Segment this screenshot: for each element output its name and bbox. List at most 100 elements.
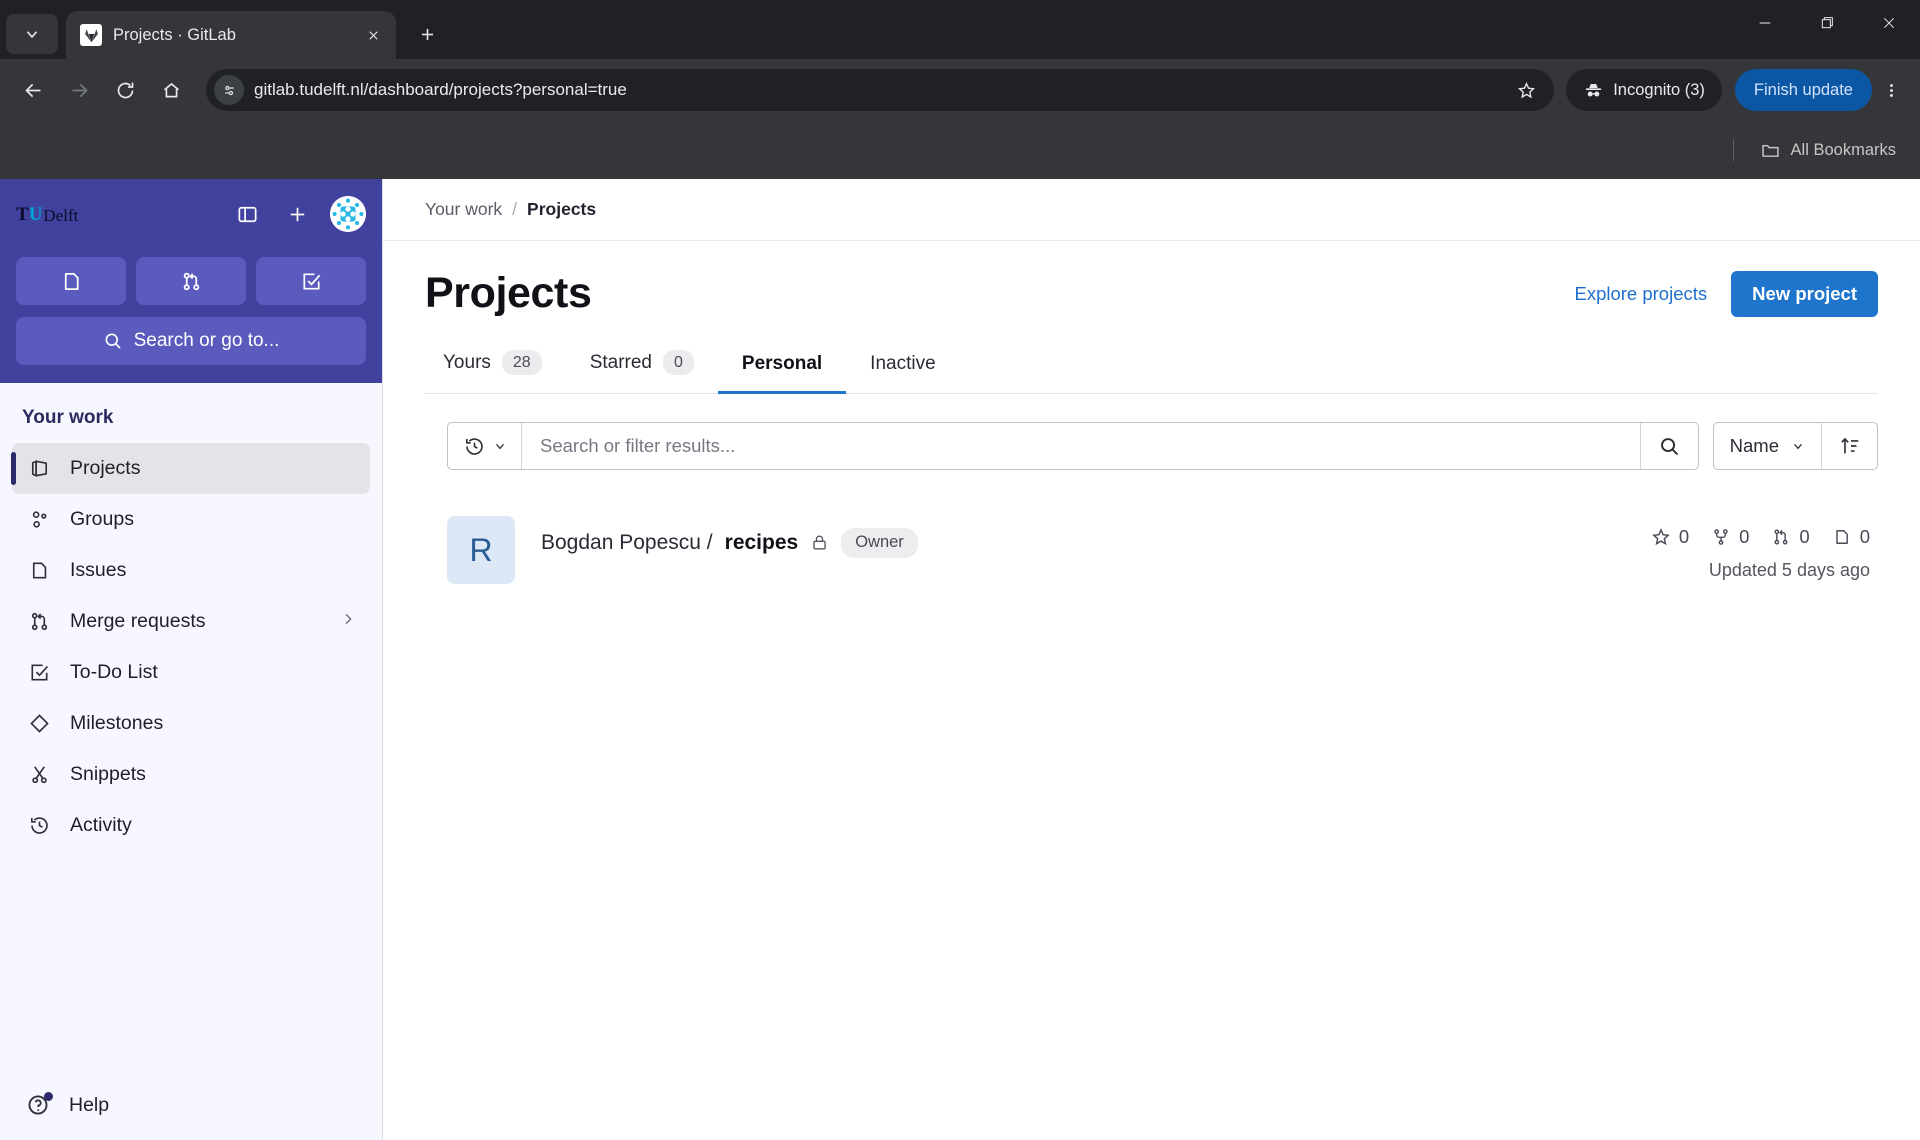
tab-inactive[interactable]: Inactive <box>846 339 959 394</box>
projects-tabs: Yours 28 Starred 0 Personal Inactive <box>425 336 1878 395</box>
browser-tabstrip: Projects · GitLab <box>0 0 1920 59</box>
stat-value: 0 <box>1739 526 1750 548</box>
merge-requests-shortcut[interactable] <box>136 257 246 305</box>
site-settings-icon[interactable] <box>214 75 244 105</box>
sort-group: Name <box>1712 422 1878 471</box>
new-project-button[interactable]: New project <box>1731 270 1878 317</box>
group-icon <box>26 507 52 533</box>
maximize-button[interactable] <box>1796 0 1858 46</box>
projects-page: Projects Explore projects New project Yo… <box>383 241 1920 1140</box>
sidebar-item-label: Snippets <box>70 763 146 785</box>
project-name[interactable]: recipes <box>725 531 799 555</box>
sort-direction-button[interactable] <box>1821 423 1877 470</box>
sidebar-search-button[interactable]: Search or go to... <box>16 317 366 365</box>
chevron-right-icon[interactable] <box>340 611 356 632</box>
search-icon <box>105 333 121 349</box>
address-bar[interactable]: gitlab.tudelft.nl/dashboard/projects?per… <box>206 69 1555 111</box>
todo-shortcut[interactable] <box>256 257 366 305</box>
issues-shortcut[interactable] <box>16 257 126 305</box>
sidebar-item-activity[interactable]: Activity <box>12 800 370 851</box>
sidebar-item-milestones[interactable]: Milestones <box>12 698 370 749</box>
finish-update-button[interactable]: Finish update <box>1734 69 1872 111</box>
todo-icon <box>26 660 52 686</box>
folder-icon <box>1761 144 1779 157</box>
sort-label: Name <box>1729 435 1779 457</box>
sidebar-item-merge-requests[interactable]: Merge requests <box>12 596 370 647</box>
sidebar-item-projects[interactable]: Projects <box>11 443 370 494</box>
explore-projects-link[interactable]: Explore projects <box>1574 283 1707 305</box>
search-submit-button[interactable] <box>1639 423 1698 470</box>
tab-label: Personal <box>741 353 823 375</box>
tab-label: Yours <box>443 351 491 373</box>
project-info: Bogdan Popescu / recipes Owner <box>541 516 1625 558</box>
sidebar-navigation: Your work Projects Groups Issues Merge r… <box>0 383 382 1070</box>
avatar-identicon <box>330 196 366 232</box>
browser-menu-button[interactable] <box>1874 69 1908 111</box>
incognito-indicator[interactable]: Incognito (3) <box>1566 69 1722 111</box>
browser-window: Projects · GitLab gitlab.tudelft.nl/dash… <box>0 0 1920 1140</box>
issues-icon <box>64 272 79 290</box>
new-tab-button[interactable] <box>408 15 446 53</box>
project-meta: 0 0 0 0 Updated 5 days ago <box>1651 516 1870 581</box>
sidebar-item-groups[interactable]: Groups <box>12 494 370 545</box>
tab-yours[interactable]: Yours 28 <box>425 336 566 394</box>
tab-personal[interactable]: Personal <box>717 339 847 395</box>
chevron-down-icon <box>26 31 38 39</box>
tab-search-button[interactable] <box>6 14 58 54</box>
activity-icon <box>26 813 52 839</box>
tab-count: 28 <box>501 350 542 376</box>
all-bookmarks-button[interactable]: All Bookmarks <box>1752 134 1904 167</box>
stat-stars[interactable]: 0 <box>1651 526 1689 548</box>
user-avatar[interactable] <box>330 196 366 232</box>
search-input[interactable] <box>522 423 1640 470</box>
sidebar-toggle-icon <box>237 206 257 222</box>
tab-count: 0 <box>663 350 694 376</box>
project-icon <box>26 456 52 482</box>
help-notification-dot <box>44 1092 53 1101</box>
breadcrumb-parent[interactable]: Your work <box>425 199 502 220</box>
stat-forks[interactable]: 0 <box>1711 526 1749 548</box>
sidebar-item-todo-list[interactable]: To-Do List <box>12 647 370 698</box>
milestone-icon <box>26 711 52 737</box>
stat-merge-requests[interactable]: 0 <box>1771 526 1810 548</box>
url-text: gitlab.tudelft.nl/dashboard/projects?per… <box>254 80 627 99</box>
page-actions: Explore projects New project <box>1574 270 1878 317</box>
project-stats: 0 0 0 0 <box>1651 526 1870 548</box>
minimize-button[interactable] <box>1734 0 1796 46</box>
gitlab-favicon <box>80 24 102 46</box>
sidebar-item-label: Merge requests <box>70 610 206 632</box>
breadcrumb-current[interactable]: Projects <box>527 199 596 220</box>
chevron-down-icon <box>1794 444 1802 450</box>
reload-button[interactable] <box>104 69 146 111</box>
bookmark-star-icon[interactable] <box>1508 72 1544 108</box>
tab-label: Inactive <box>870 353 936 375</box>
home-button[interactable] <box>150 69 192 111</box>
tudelft-logo[interactable]: T U Delft <box>16 205 78 224</box>
help-icon <box>26 1092 53 1118</box>
sidebar-help-button[interactable]: Help <box>0 1070 382 1140</box>
sort-dropdown[interactable]: Name <box>1714 423 1821 469</box>
history-icon <box>465 438 483 455</box>
bookmarks-divider <box>1732 139 1734 161</box>
stat-value: 0 <box>1799 526 1810 548</box>
browser-tab[interactable]: Projects · GitLab <box>66 11 396 59</box>
filter-bar: Name <box>425 394 1878 471</box>
merge-request-icon <box>1774 529 1788 545</box>
issues-icon <box>26 558 52 584</box>
incognito-icon <box>1586 83 1602 96</box>
sidebar-item-issues[interactable]: Issues <box>12 545 370 596</box>
todo-icon <box>302 272 320 290</box>
tab-close-button[interactable] <box>360 22 386 48</box>
forward-button[interactable] <box>58 69 100 111</box>
project-namespace[interactable]: Bogdan Popescu / <box>541 531 713 555</box>
sidebar-item-label: To-Do List <box>70 661 158 683</box>
sidebar-toggle-button[interactable] <box>230 197 264 231</box>
project-row[interactable]: R Bogdan Popescu / recipes Owner 0 0 0 0… <box>425 494 1878 606</box>
stat-issues[interactable]: 0 <box>1832 526 1870 548</box>
recent-searches-button[interactable] <box>448 423 522 470</box>
create-new-button[interactable] <box>280 197 314 231</box>
tab-starred[interactable]: Starred 0 <box>566 336 718 394</box>
sidebar-item-snippets[interactable]: Snippets <box>12 749 370 800</box>
close-window-button[interactable] <box>1858 0 1920 46</box>
back-button[interactable] <box>12 69 54 111</box>
